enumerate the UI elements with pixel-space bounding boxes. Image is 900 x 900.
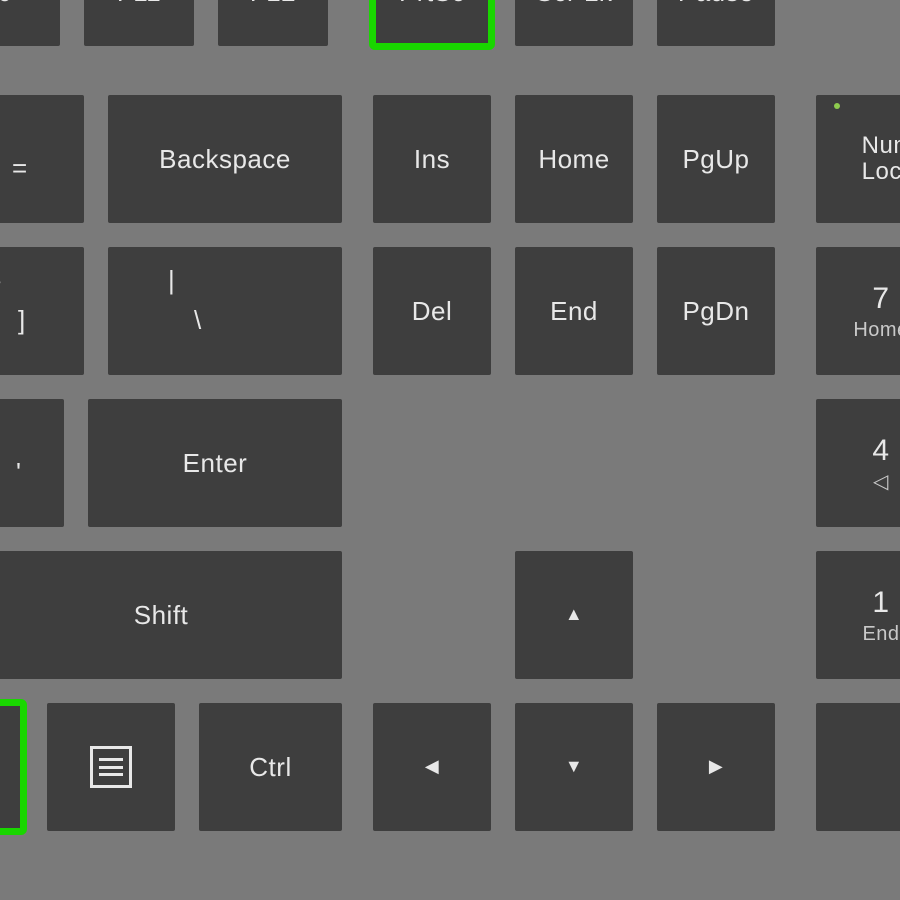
- key-main-label: 4: [872, 434, 889, 467]
- right-shift-key[interactable]: Shift: [0, 551, 342, 679]
- key-label: Backspace: [159, 145, 291, 174]
- f10-key[interactable]: 0: [0, 0, 60, 46]
- single-quote-label: ': [16, 457, 21, 488]
- key-label: End: [550, 297, 598, 326]
- right-arrow-key[interactable]: ▶: [657, 703, 775, 831]
- numpad-1-key[interactable]: 1 End: [816, 551, 900, 679]
- key-label: Del: [412, 297, 453, 326]
- right-ctrl-key[interactable]: Ctrl: [199, 703, 342, 831]
- quote-key[interactable]: "': [0, 399, 64, 527]
- numlock-led-icon: [834, 103, 840, 109]
- key-sub-label: Home: [853, 319, 900, 341]
- numpad-7-key[interactable]: 7 Home: [816, 247, 900, 375]
- plus-equals-key[interactable]: +=: [0, 95, 84, 223]
- key-label: Scr Lk: [536, 0, 613, 6]
- key-label: Home: [538, 145, 609, 174]
- key-label: Ins: [414, 145, 450, 174]
- backslash-label: \: [194, 305, 201, 336]
- key-label: Enter: [183, 449, 248, 478]
- numpad-4-key[interactable]: 4◁: [816, 399, 900, 527]
- arrow-down-icon: ▼: [565, 757, 583, 777]
- key-label: Ctrl: [249, 753, 291, 782]
- f12-key[interactable]: F12: [218, 0, 328, 46]
- home-key[interactable]: Home: [515, 95, 633, 223]
- arrow-right-icon: ▶: [709, 757, 723, 777]
- pagedown-key[interactable]: PgDn: [657, 247, 775, 375]
- pageup-key[interactable]: PgUp: [657, 95, 775, 223]
- pipe-label: |: [168, 265, 175, 296]
- f11-key[interactable]: F11: [84, 0, 194, 46]
- up-arrow-key[interactable]: ▲: [515, 551, 633, 679]
- arrow-up-icon: ▲: [565, 605, 583, 625]
- key-main-label: 1: [872, 586, 889, 619]
- pause-key[interactable]: Pause: [657, 0, 775, 46]
- key-label: Shift: [134, 601, 189, 630]
- right-brace-label: }: [0, 265, 1, 296]
- printscreen-key[interactable]: PrtSc: [373, 0, 491, 46]
- backspace-key[interactable]: Backspace: [108, 95, 342, 223]
- key-label: PgDn: [682, 297, 749, 326]
- key-label: F12: [250, 0, 296, 6]
- key-main-label: 7: [872, 282, 889, 315]
- equals-label: =: [12, 153, 27, 184]
- key-label: Num Lock: [848, 133, 900, 186]
- menu-key[interactable]: [47, 703, 175, 831]
- right-bracket-key[interactable]: }]: [0, 247, 84, 375]
- end-key[interactable]: End: [515, 247, 633, 375]
- left-arrow-key[interactable]: ◀: [373, 703, 491, 831]
- arrow-left-icon: ◀: [425, 757, 439, 777]
- enter-key[interactable]: Enter: [88, 399, 342, 527]
- key-label: F11: [117, 0, 161, 6]
- down-arrow-key[interactable]: ▼: [515, 703, 633, 831]
- key-label: 0: [0, 0, 12, 6]
- key-label: PgUp: [682, 145, 749, 174]
- numlock-key[interactable]: Num Lock: [816, 95, 900, 223]
- key-sub-label: ◁: [873, 471, 889, 493]
- hidden-highlighted-key[interactable]: [0, 703, 23, 831]
- insert-key[interactable]: Ins: [373, 95, 491, 223]
- right-bracket-label: ]: [18, 305, 25, 336]
- key-sub-label: End: [862, 623, 899, 645]
- scroll-lock-key[interactable]: Scr Lk: [515, 0, 633, 46]
- key-label: PrtSc: [399, 0, 465, 6]
- numpad-0-key[interactable]: [816, 703, 900, 831]
- plus-label: +: [0, 113, 1, 144]
- backslash-key[interactable]: |\: [108, 247, 342, 375]
- key-label: Pause: [678, 0, 754, 6]
- menu-icon: [90, 746, 132, 788]
- delete-key[interactable]: Del: [373, 247, 491, 375]
